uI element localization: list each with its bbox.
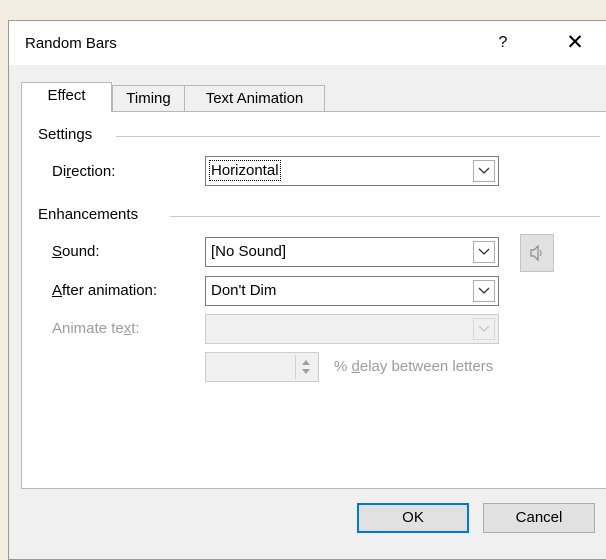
random-bars-dialog: Random Bars ? ✕ Effect Timing Text Anima… [8, 20, 606, 560]
effect-tab-panel: Settings Direction: Horizontal Enhanceme… [21, 111, 606, 489]
sound-dropdown[interactable]: [No Sound] [205, 237, 499, 267]
sound-value: [No Sound] [211, 243, 287, 260]
animate-text-label: Animate text: [52, 320, 140, 337]
direction-dropdown[interactable]: Horizontal [205, 156, 499, 186]
sound-label: Sound: [52, 243, 100, 260]
animate-text-dropdown [205, 314, 499, 344]
chevron-down-icon[interactable] [473, 160, 495, 182]
tab-timing-label: Timing [126, 90, 171, 107]
after-animation-dropdown[interactable]: Don't Dim [205, 276, 499, 306]
chevron-down-icon[interactable] [473, 241, 495, 263]
settings-divider [116, 136, 600, 137]
after-animation-label: After animation: [52, 282, 158, 299]
enhancements-group-label: Enhancements [38, 206, 139, 223]
settings-group-label: Settings [38, 126, 93, 143]
dialog-title: Random Bars [25, 35, 117, 52]
delay-stepper [205, 352, 319, 382]
spin-arrows-icon [295, 355, 316, 379]
cancel-button[interactable]: Cancel [483, 503, 595, 533]
sound-volume-button[interactable] [520, 234, 554, 272]
help-button[interactable]: ? [485, 27, 521, 59]
tab-effect-label: Effect [47, 87, 86, 104]
tab-text-animation[interactable]: Text Animation [184, 85, 325, 112]
direction-value: Horizontal [209, 160, 281, 181]
speaker-icon [521, 244, 553, 275]
enhancements-divider [170, 216, 600, 217]
delay-between-letters-label: % delay between letters [334, 358, 494, 375]
close-button[interactable]: ✕ [557, 27, 593, 59]
ok-button[interactable]: OK [357, 503, 469, 533]
chevron-down-icon[interactable] [473, 280, 495, 302]
direction-label: Direction: [52, 163, 116, 180]
tab-timing[interactable]: Timing [112, 85, 185, 112]
after-animation-value: Don't Dim [211, 282, 277, 299]
chevron-down-icon [473, 318, 495, 340]
title-bar: Random Bars ? ✕ [9, 21, 606, 65]
tab-effect[interactable]: Effect [21, 82, 112, 112]
tab-text-animation-label: Text Animation [205, 90, 304, 107]
